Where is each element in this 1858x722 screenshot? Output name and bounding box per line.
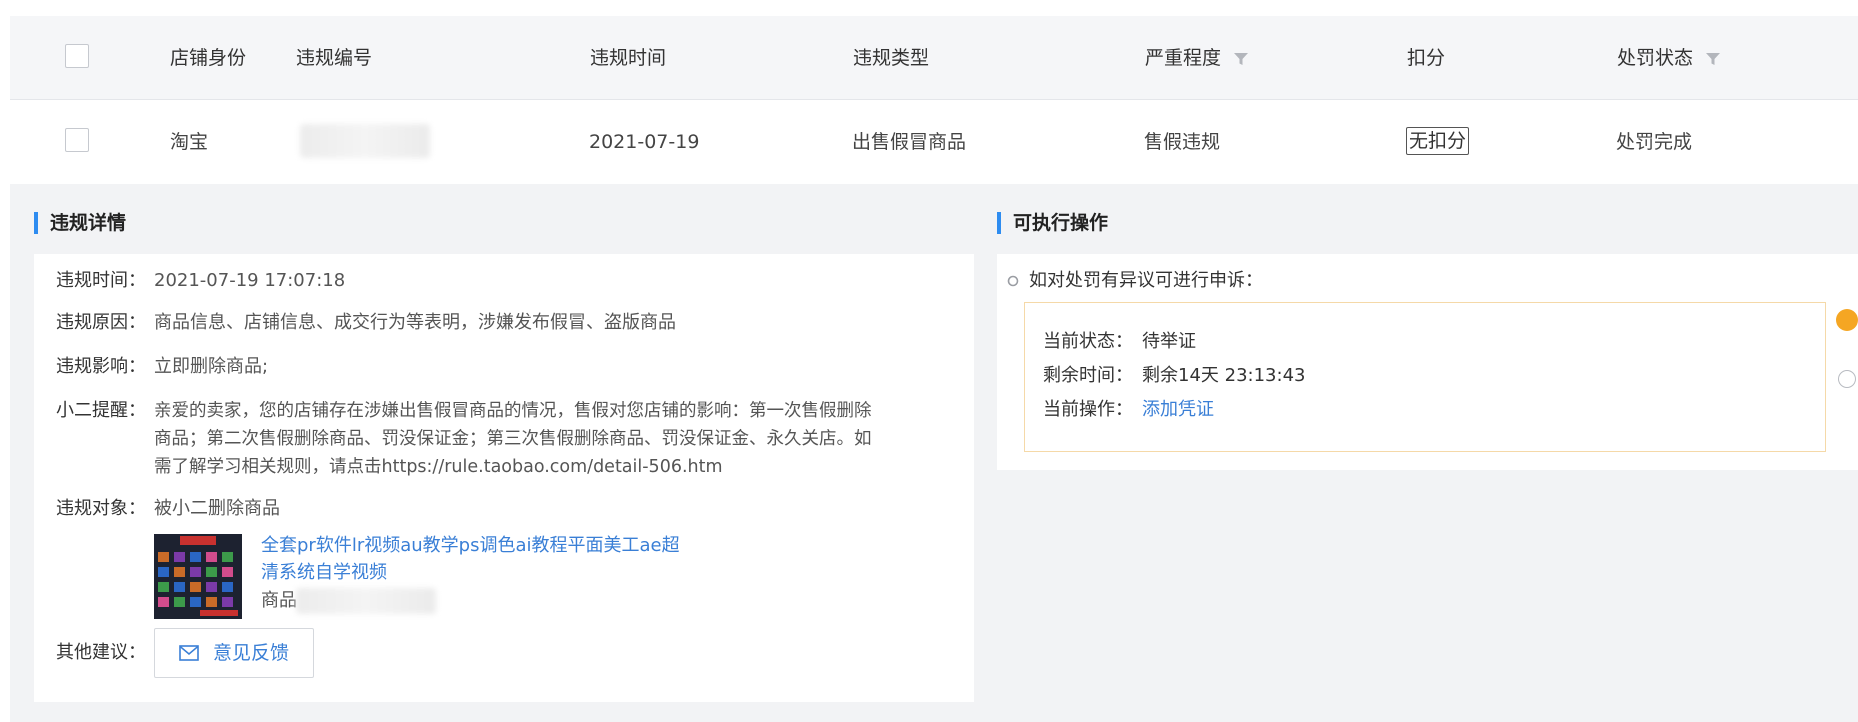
step-indicator-active (1836, 309, 1858, 331)
row-shop-identity: 淘宝 (170, 131, 209, 153)
violation-time-value: 2021-07-19 17:07:18 (154, 270, 346, 291)
select-all-checkbox[interactable] (65, 44, 89, 68)
table-header: 店铺身份 违规编号 违规时间 违规类型 严重程度 扣分 处罚状态 (10, 16, 1858, 100)
current-status-label: 当前状态： (1043, 331, 1133, 352)
appeal-hint: 如对处罚有异议可进行申诉： (1029, 270, 1263, 291)
row-violation-type: 出售假冒商品 (852, 131, 967, 153)
product-title-line-1[interactable]: 全套pr软件lr视频au教学ps调色ai教程平面美工ae超 (261, 533, 680, 559)
current-status-value: 待举证 (1142, 331, 1196, 352)
row-severity: 售假违规 (1144, 131, 1221, 153)
remaining-time-label: 剩余时间： (1043, 365, 1133, 386)
appeal-notice-box: 当前状态： 待举证 剩余时间： 剩余14天 23:13:43 当前操作： 添加凭… (1024, 302, 1826, 452)
header-severity[interactable]: 严重程度 (1145, 46, 1249, 70)
other-suggestion-label: 其他建议： (56, 642, 146, 663)
row-violation-time: 2021-07-19 (589, 131, 700, 153)
header-penalty-status-label: 处罚状态 (1617, 47, 1694, 69)
product-title-line-2[interactable]: 清系统自学视频 (261, 560, 387, 586)
remaining-time-value: 剩余14天 23:13:43 (1142, 365, 1306, 386)
header-deduction: 扣分 (1407, 47, 1446, 69)
product-image-icon (154, 534, 242, 619)
feedback-button[interactable]: 意见反馈 (154, 628, 314, 678)
actions-title: 可执行操作 (997, 212, 1108, 234)
product-id-label: 商品 (261, 590, 297, 611)
filter-icon[interactable] (1233, 51, 1249, 67)
actions-panel: 如对处罚有异议可进行申诉： 当前状态： 待举证 剩余时间： 剩余14天 23:1… (997, 254, 1858, 470)
mail-icon (179, 645, 199, 661)
table-row: 淘宝 2021-07-19 出售假冒商品 售假违规 无扣分 处罚完成 (10, 100, 1858, 184)
header-severity-label: 严重程度 (1145, 47, 1222, 69)
detail-area: 违规详情 违规时间： 2021-07-19 17:07:18 违规原因： 商品信… (10, 184, 1858, 722)
add-evidence-link[interactable]: 添加凭证 (1142, 397, 1214, 423)
details-title: 违规详情 (34, 212, 126, 234)
row-penalty-status: 处罚完成 (1616, 131, 1693, 153)
violation-reason-label: 违规原因： (56, 312, 146, 333)
violation-object-value: 被小二删除商品 (154, 498, 280, 519)
violation-impact-label: 违规影响： (56, 356, 146, 377)
redacted-product-id (296, 588, 436, 614)
violation-impact-value: 立即删除商品; (154, 356, 269, 377)
reminder-line-1: 亲爱的卖家，您的店铺存在涉嫌出售假冒商品的情况，售假对您店铺的影响：第一次售假删… (154, 401, 872, 421)
reminder-line-2: 商品；第二次售假删除商品、罚没保证金；第三次售假删除商品、罚没保证金、永久关店。… (154, 429, 872, 449)
header-penalty-status[interactable]: 处罚状态 (1617, 46, 1721, 70)
details-panel: 违规时间： 2021-07-19 17:07:18 违规原因： 商品信息、店铺信… (34, 254, 974, 702)
redacted-violation-no (300, 124, 430, 158)
row-checkbox[interactable] (65, 128, 89, 152)
reminder-label: 小二提醒： (56, 400, 146, 421)
reminder-line-3: 需了解学习相关规则，请点击https://rule.taobao.com/det… (154, 457, 723, 477)
deduction-tag: 无扣分 (1406, 127, 1470, 155)
bullet-icon (1007, 275, 1019, 287)
header-violation-type: 违规类型 (853, 47, 930, 69)
current-operation-label: 当前操作： (1043, 399, 1133, 420)
violation-reason-value: 商品信息、店铺信息、成交行为等表明，涉嫌发布假冒、盗版商品 (154, 312, 676, 333)
filter-icon[interactable] (1705, 51, 1721, 67)
feedback-button-label: 意见反馈 (213, 642, 290, 664)
header-violation-no: 违规编号 (296, 47, 373, 69)
header-shop-identity: 店铺身份 (170, 47, 247, 69)
product-thumbnail[interactable] (154, 534, 242, 619)
step-indicator-inactive (1838, 370, 1856, 388)
violation-time-label: 违规时间： (56, 270, 146, 291)
header-violation-time: 违规时间 (590, 47, 667, 69)
violation-object-label: 违规对象： (56, 498, 146, 519)
